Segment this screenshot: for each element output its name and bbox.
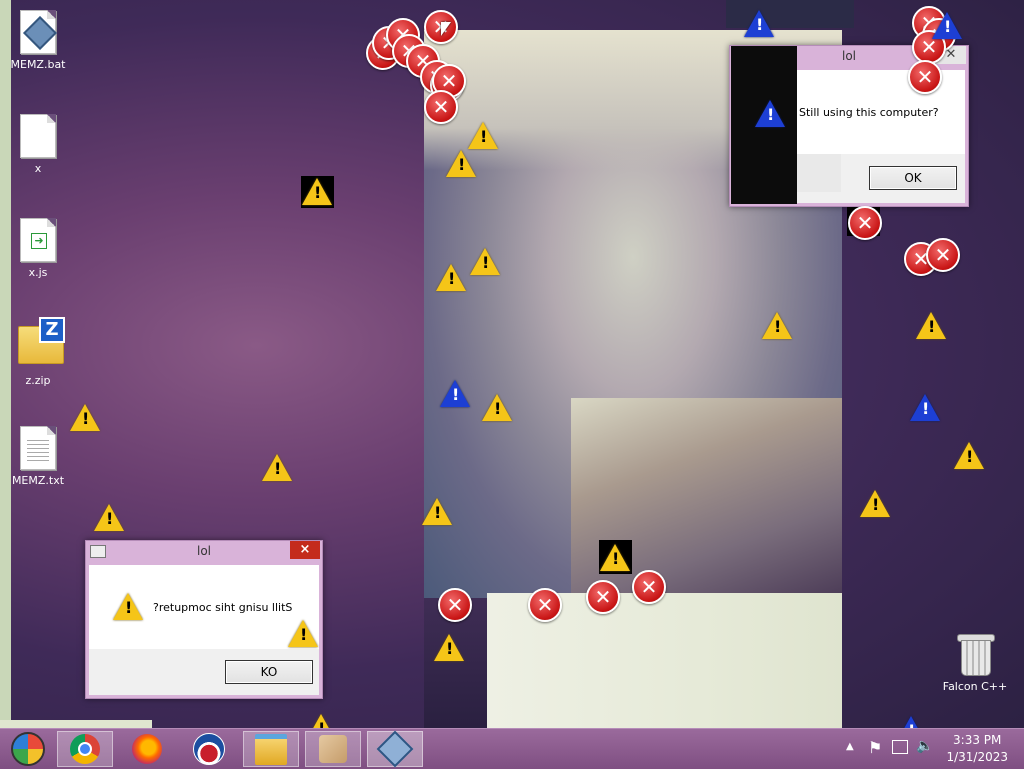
blank-file-icon: [20, 114, 56, 158]
desktop-icon-x[interactable]: x: [0, 114, 76, 175]
warning-icon: [446, 150, 476, 177]
error-icon: ✕: [632, 570, 666, 604]
dialog-message: ?retupmoc siht gnisu llitS: [153, 601, 293, 614]
flag-icon[interactable]: ⚑: [868, 738, 882, 757]
dialog-message: Still using this computer?: [799, 106, 939, 119]
info-icon: [755, 100, 785, 127]
warning-icon: [302, 178, 332, 205]
warning-icon: [94, 504, 124, 531]
desktop-icon-label: x: [34, 162, 42, 175]
taskbar: ▲ ⚑ 🔈 3:33 PM 1/31/2023: [0, 728, 1024, 769]
desktop-icon-memz-txt[interactable]: MEMZ.txt: [0, 426, 76, 487]
error-icon: ✕: [848, 206, 882, 240]
desktop-icon-falcon-cpp[interactable]: Falcon C++: [937, 634, 1013, 693]
desktop-icon-x-js[interactable]: ➜ x.js: [0, 218, 76, 279]
taskbar-app-memz[interactable]: [367, 730, 423, 768]
dialog-client: ?retupmoc siht gnisu llitS KO: [89, 565, 319, 695]
paint-icon: [319, 735, 347, 763]
warning-icon: [600, 544, 630, 571]
warning-icon: [70, 404, 100, 431]
error-icon: ✕: [586, 580, 620, 614]
taskbar-app-explorer[interactable]: [243, 731, 299, 767]
text-file-icon: [20, 426, 56, 470]
desktop-icon-label: Falcon C++: [942, 680, 1008, 693]
warning-icon: [860, 490, 890, 517]
warning-icon: [762, 312, 792, 339]
zip-folder-icon: Z: [18, 317, 65, 364]
close-button[interactable]: ×: [290, 541, 320, 559]
error-icon: ✕: [926, 238, 960, 272]
windows-start-icon: [11, 732, 45, 766]
volume-icon[interactable]: 🔈: [916, 738, 933, 754]
clock-date: 1/31/2023: [946, 750, 1008, 764]
warning-icon: [434, 634, 464, 661]
warning-icon: [422, 498, 452, 525]
info-icon: [910, 394, 940, 421]
error-icon: ✕: [438, 588, 472, 622]
info-icon: [932, 12, 962, 39]
taskbar-app-firefox[interactable]: [119, 731, 175, 767]
ok-button[interactable]: OK: [869, 166, 957, 190]
warning-icon: [262, 454, 292, 481]
desktop-icon-label: x.js: [28, 266, 48, 279]
obama-logo-icon: [193, 733, 225, 765]
ko-button[interactable]: KO: [225, 660, 313, 684]
mouse-cursor-icon: [441, 22, 451, 36]
dialog-message-area: ?retupmoc siht gnisu llitS: [89, 565, 319, 649]
warning-icon: [436, 264, 466, 291]
warning-icon: [954, 442, 984, 469]
desktop-icon-label: MEMZ.txt: [11, 474, 65, 487]
warning-icon: [916, 312, 946, 339]
info-icon: [440, 380, 470, 407]
warning-icon: [288, 620, 318, 647]
clock[interactable]: 3:33 PM 1/31/2023: [946, 732, 1008, 766]
warning-icon: [482, 394, 512, 421]
script-file-icon: ➜: [20, 218, 56, 262]
glitch-strip: [0, 720, 152, 728]
chevron-up-icon[interactable]: ▲: [846, 741, 854, 752]
error-icon: ✕: [528, 588, 562, 622]
desktop-icon-memz-bat[interactable]: MEMZ.bat: [0, 10, 76, 71]
folder-icon: [255, 733, 287, 765]
start-button[interactable]: [0, 731, 56, 767]
desktop-icon-label: z.zip: [25, 374, 51, 387]
chrome-icon: [70, 734, 100, 764]
warning-icon: [470, 248, 500, 275]
info-icon: [744, 10, 774, 37]
warning-icon: [113, 593, 143, 620]
desktop-icon-z-zip[interactable]: Z z.zip: [0, 317, 76, 387]
taskbar-app-obama[interactable]: [181, 731, 237, 767]
dialog-titlebar[interactable]: lol ×: [86, 541, 322, 561]
recycle-bin-icon: [957, 634, 995, 676]
clock-time: 3:33 PM: [953, 733, 1002, 747]
desktop-icon-label: MEMZ.bat: [10, 58, 66, 71]
taskbar-app-chrome[interactable]: [57, 731, 113, 767]
error-icon: ✕: [908, 60, 942, 94]
taskbar-app-paint[interactable]: [305, 731, 361, 767]
firefox-icon: [132, 734, 162, 764]
dialog-title: lol: [196, 544, 211, 558]
error-icon: ✕: [424, 90, 458, 124]
batch-file-icon: [20, 10, 57, 54]
warning-icon: [468, 122, 498, 149]
glitch-block: [797, 154, 841, 192]
memz-icon: [376, 730, 414, 768]
network-icon[interactable]: [892, 740, 908, 754]
